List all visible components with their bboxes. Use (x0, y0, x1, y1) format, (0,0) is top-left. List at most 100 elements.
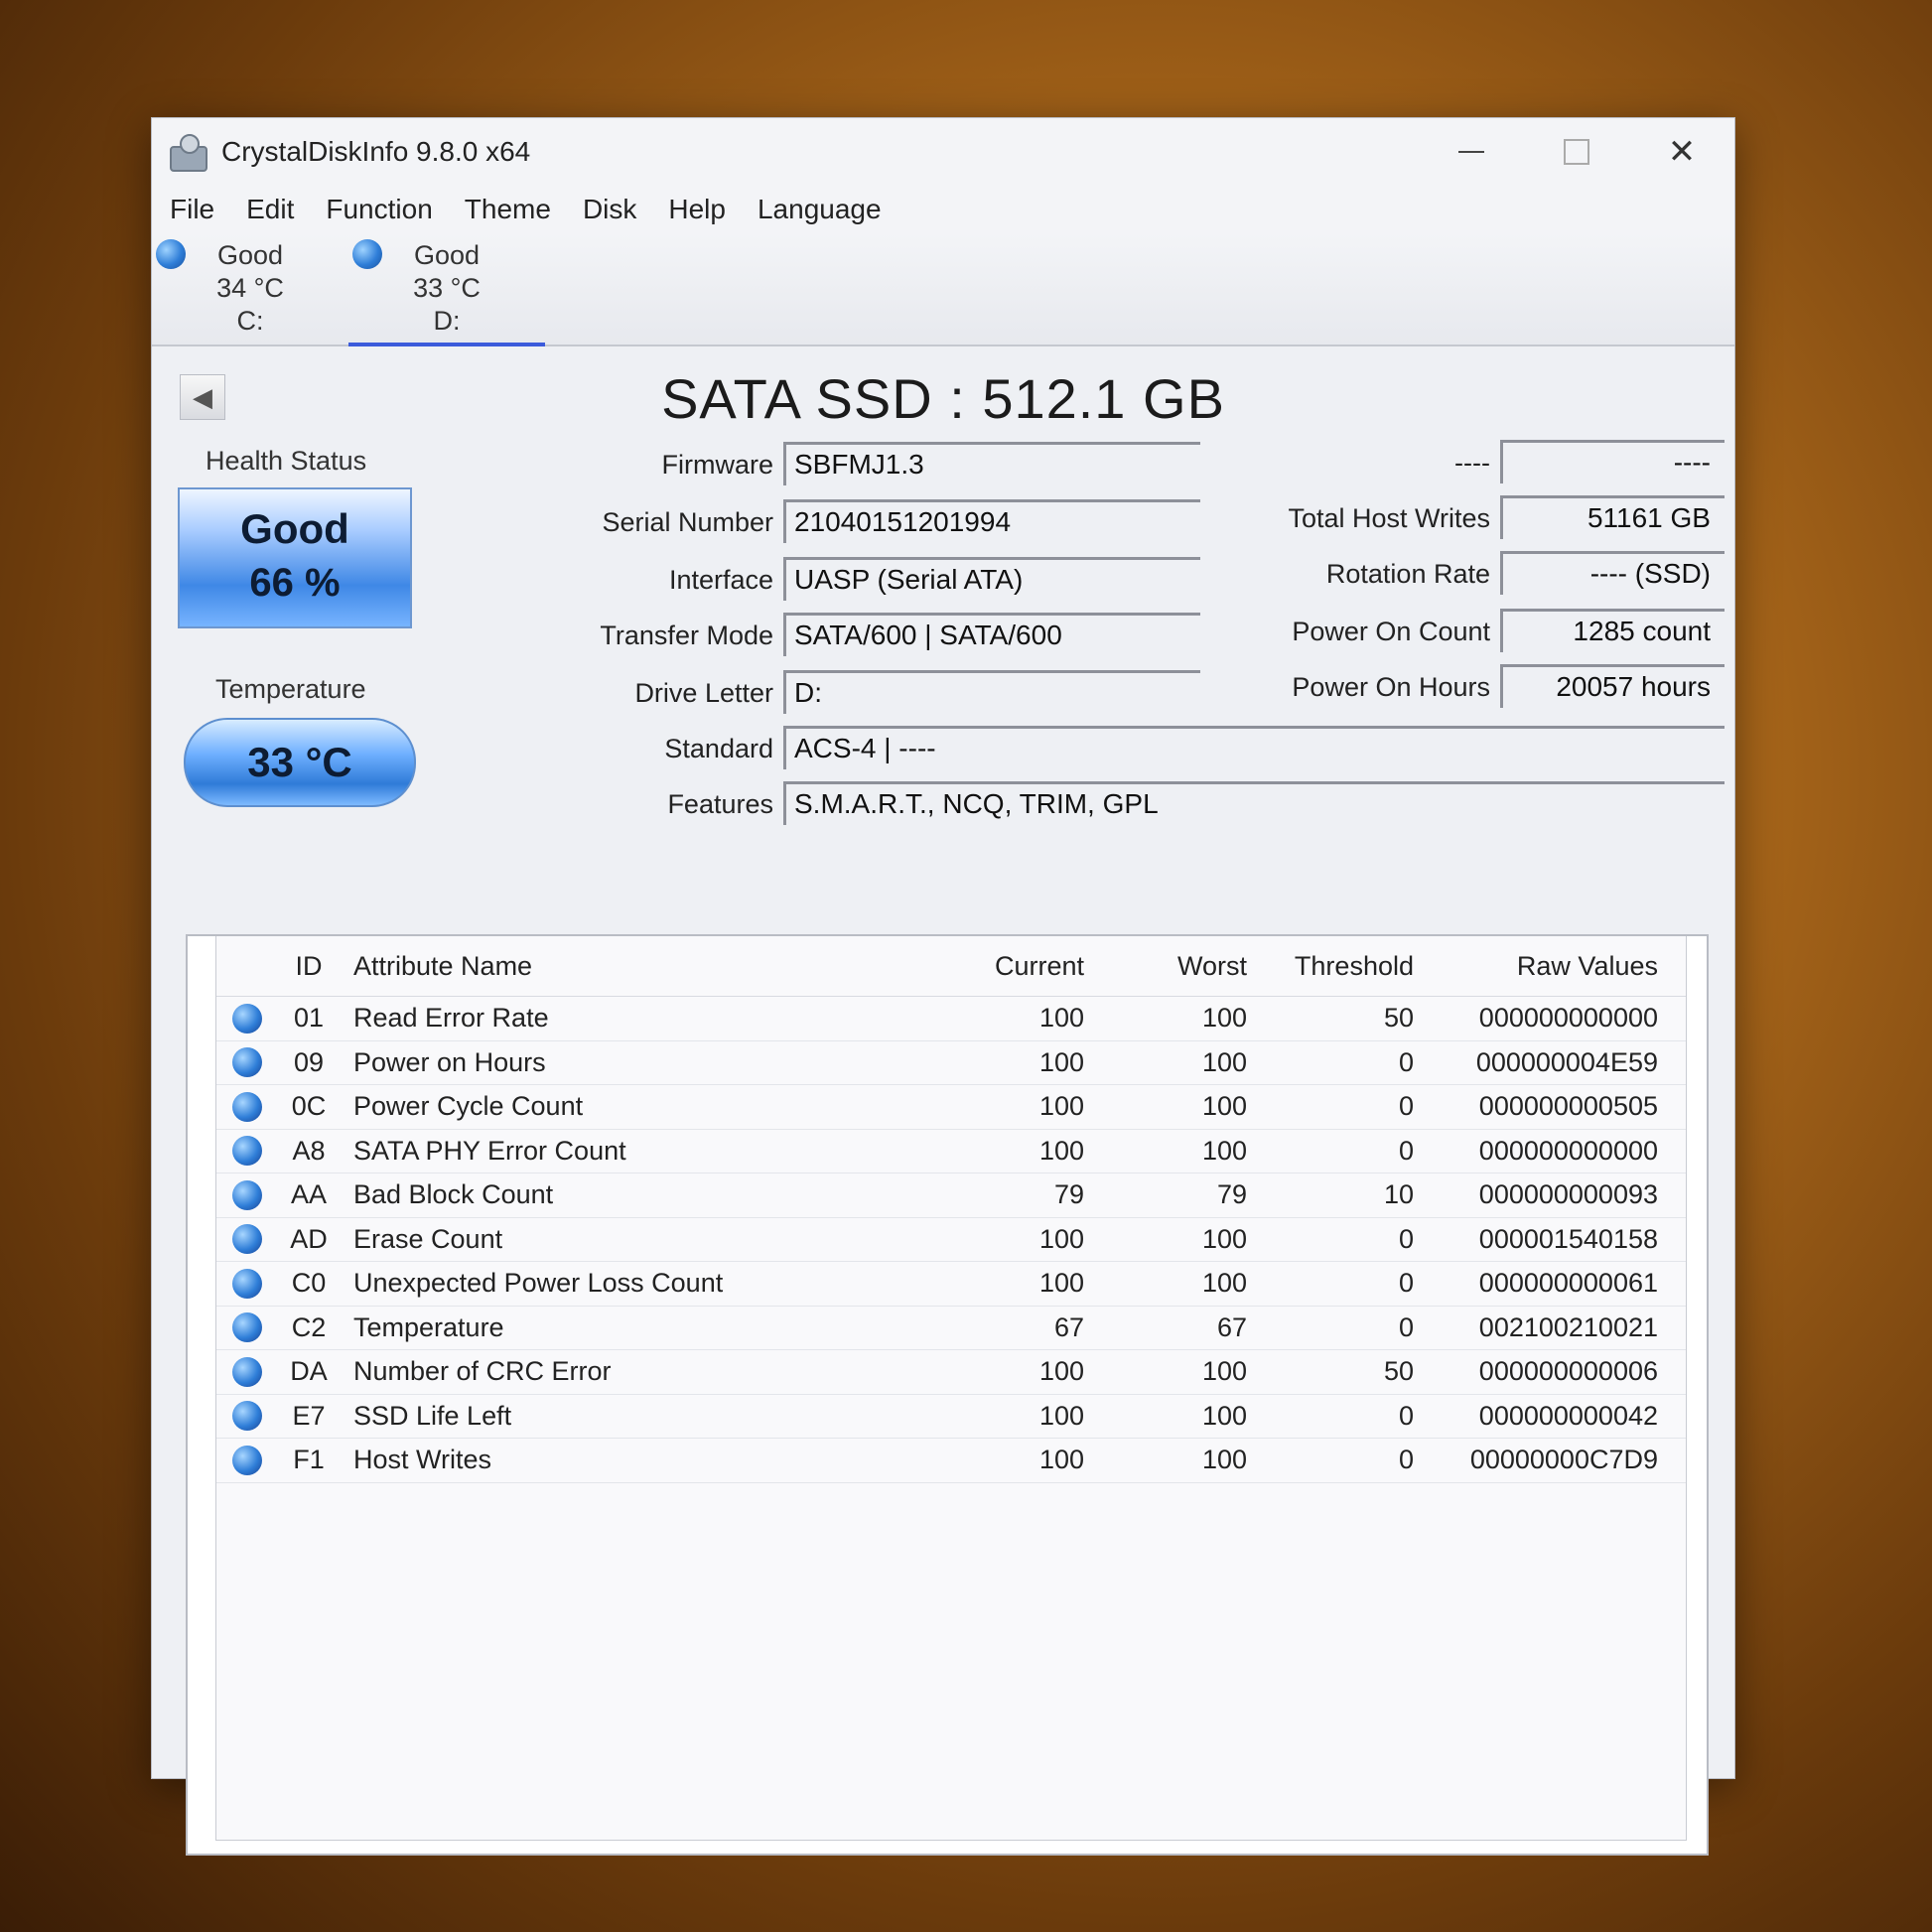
header-id[interactable]: ID (278, 951, 340, 982)
attribute-id: 09 (293, 1046, 325, 1077)
attribute-raw: 000000000000 (1478, 1135, 1658, 1166)
status-good-icon (232, 1224, 262, 1255)
disk-tab-d[interactable]: Good 33 °C D: (348, 233, 545, 346)
menu-function[interactable]: Function (326, 194, 432, 225)
attribute-current: 67 (1053, 1311, 1084, 1342)
status-good-icon (232, 1091, 262, 1122)
attribute-current: 100 (1038, 1046, 1084, 1077)
attribute-threshold: 10 (1383, 1179, 1414, 1210)
serial-number-label: Serial Number (602, 507, 773, 537)
attribute-name: SATA PHY Error Count (353, 1135, 626, 1166)
attribute-threshold: 0 (1398, 1135, 1414, 1166)
attribute-current: 100 (1038, 1400, 1084, 1431)
table-row[interactable]: AA Bad Block Count 79 79 10 000000000093 (216, 1173, 1686, 1218)
power-on-hours-value: 20057 hours (1500, 664, 1725, 708)
table-row[interactable]: C0 Unexpected Power Loss Count 100 100 0… (216, 1262, 1686, 1307)
attribute-id: AA (290, 1179, 328, 1210)
temperature-label: Temperature (215, 674, 366, 704)
table-row[interactable]: 09 Power on Hours 100 100 0 000000004E59 (216, 1041, 1686, 1085)
unknown-field-value: ---- (1500, 440, 1725, 483)
status-good-icon (232, 1445, 262, 1475)
attribute-current: 100 (1038, 1268, 1084, 1299)
attribute-current: 100 (1038, 1356, 1084, 1387)
disk-letter: C: (236, 306, 264, 336)
attribute-name: Bad Block Count (353, 1179, 554, 1210)
table-row[interactable]: A8 SATA PHY Error Count 100 100 0 000000… (216, 1130, 1686, 1173)
attribute-threshold: 0 (1398, 1223, 1414, 1254)
attribute-current: 100 (1038, 1445, 1084, 1475)
attribute-raw: 000000000505 (1478, 1091, 1658, 1122)
health-status-button[interactable]: Good 66 % (178, 487, 412, 628)
smart-attributes-table: ID Attribute Name Current Worst Threshol… (215, 936, 1687, 1841)
attribute-worst: 100 (1201, 1046, 1247, 1077)
attribute-id: 01 (293, 1003, 325, 1034)
menu-help[interactable]: Help (668, 194, 726, 225)
attribute-worst: 100 (1201, 1356, 1247, 1387)
attribute-threshold: 0 (1398, 1091, 1414, 1122)
minimize-button[interactable] (1419, 118, 1524, 186)
attribute-name: Power on Hours (353, 1046, 546, 1077)
minimize-icon (1458, 151, 1484, 153)
table-row[interactable]: F1 Host Writes 100 100 0 00000000C7D9 (216, 1439, 1686, 1483)
power-on-hours-label: Power On Hours (1292, 672, 1490, 702)
menu-edit[interactable]: Edit (246, 194, 294, 225)
standard-label: Standard (664, 734, 773, 763)
header-raw-values[interactable]: Raw Values (1414, 951, 1658, 982)
menu-file[interactable]: File (170, 194, 214, 225)
attribute-name: Unexpected Power Loss Count (353, 1268, 724, 1299)
attribute-current: 100 (1038, 1091, 1084, 1122)
attribute-name: Temperature (353, 1311, 504, 1342)
attribute-raw: 002100210021 (1478, 1311, 1658, 1342)
drive-letter-value: D: (783, 670, 1200, 714)
temperature-value[interactable]: 33 °C (184, 718, 416, 807)
header-worst[interactable]: Worst (1084, 951, 1247, 982)
attribute-threshold: 0 (1398, 1445, 1414, 1475)
table-row[interactable]: 0C Power Cycle Count 100 100 0 000000000… (216, 1085, 1686, 1130)
attribute-worst: 79 (1216, 1179, 1247, 1210)
attribute-worst: 100 (1201, 1445, 1247, 1475)
rotation-rate-value: ---- (SSD) (1500, 551, 1725, 595)
power-on-count-value: 1285 count (1500, 609, 1725, 652)
table-row[interactable]: AD Erase Count 100 100 0 000001540158 (216, 1218, 1686, 1262)
table-row[interactable]: C2 Temperature 67 67 0 002100210021 (216, 1307, 1686, 1350)
table-row[interactable]: 01 Read Error Rate 100 100 50 0000000000… (216, 997, 1686, 1041)
attribute-raw: 000000004E59 (1475, 1046, 1658, 1077)
disk-tab-c[interactable]: Good 34 °C C: (152, 233, 348, 345)
crystaldiskinfo-app-icon (168, 132, 207, 172)
status-good-icon (232, 1003, 262, 1034)
window-title: CrystalDiskInfo 9.8.0 x64 (221, 136, 531, 167)
attribute-worst: 100 (1201, 1091, 1247, 1122)
attribute-id: F1 (293, 1445, 325, 1475)
attribute-threshold: 50 (1383, 1003, 1414, 1034)
smart-attributes-panel[interactable]: ID Attribute Name Current Worst Threshol… (186, 934, 1709, 1856)
header-attribute-name[interactable]: Attribute Name (340, 951, 967, 982)
menu-language[interactable]: Language (758, 194, 882, 225)
title-bar[interactable]: CrystalDiskInfo 9.8.0 x64 ✕ (152, 118, 1734, 186)
maximize-button[interactable] (1524, 118, 1629, 186)
health-good-icon (352, 239, 382, 269)
status-good-icon (232, 1136, 262, 1167)
header-threshold[interactable]: Threshold (1247, 951, 1414, 982)
attribute-worst: 100 (1201, 1268, 1247, 1299)
transfer-mode-label: Transfer Mode (600, 621, 773, 650)
attribute-raw: 000000000006 (1478, 1356, 1658, 1387)
close-button[interactable]: ✕ (1629, 118, 1734, 186)
firmware-label: Firmware (661, 450, 774, 480)
menu-disk[interactable]: Disk (583, 194, 636, 225)
disk-details: ◀ SATA SSD : 512.1 GB Health Status Good… (152, 346, 1734, 1856)
header-current[interactable]: Current (967, 951, 1084, 982)
attribute-raw: 000000000000 (1478, 1003, 1658, 1034)
disk-temp: 33 °C (413, 273, 481, 303)
attribute-name: SSD Life Left (353, 1400, 512, 1431)
attribute-id: E7 (292, 1400, 326, 1431)
attribute-worst: 100 (1201, 1135, 1247, 1166)
table-row[interactable]: E7 SSD Life Left 100 100 0 000000000042 (216, 1395, 1686, 1439)
menu-bar: File Edit Function Theme Disk Help Langu… (152, 186, 1734, 233)
attribute-raw: 000000000061 (1478, 1268, 1658, 1299)
attribute-current: 100 (1038, 1223, 1084, 1254)
features-label: Features (667, 789, 773, 819)
table-row[interactable]: DA Number of CRC Error 100 100 50 000000… (216, 1350, 1686, 1395)
close-icon: ✕ (1667, 133, 1697, 171)
attribute-id: A8 (292, 1135, 326, 1166)
menu-theme[interactable]: Theme (465, 194, 551, 225)
